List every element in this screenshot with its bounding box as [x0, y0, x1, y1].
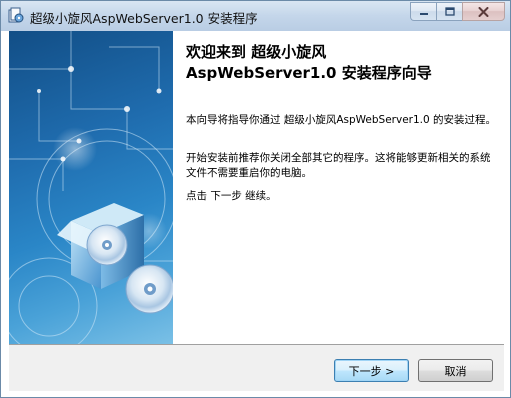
- minimize-icon: [419, 12, 428, 15]
- window-title: 超级小旋风AspWebServer1.0 安装程序: [30, 11, 258, 26]
- software-box-cd-icon: [9, 31, 173, 344]
- continue-paragraph: 点击 下一步 继续。: [186, 190, 277, 202]
- cancel-button[interactable]: 取消: [418, 359, 493, 382]
- wizard-content: 欢迎来到 超级小旋风 AspWebServer1.0 安装程序向导 本向导将指导…: [173, 31, 504, 344]
- caption-buttons: [410, 2, 505, 21]
- next-button[interactable]: 下一步 >: [334, 359, 409, 382]
- title-bar[interactable]: 超级小旋风AspWebServer1.0 安装程序: [1, 1, 510, 31]
- installer-app-icon[interactable]: [8, 7, 24, 24]
- minimize-button[interactable]: [410, 2, 436, 21]
- installer-window: 超级小旋风AspWebServer1.0 安装程序 欢迎来到 超级小旋风 Asp…: [0, 0, 511, 398]
- close-button[interactable]: [462, 2, 505, 21]
- close-icon: [478, 6, 489, 17]
- maximize-button[interactable]: [436, 2, 462, 21]
- welcome-heading: 欢迎来到 超级小旋风 AspWebServer1.0 安装程序向导: [186, 42, 496, 84]
- intro-paragraph: 本向导将指导你通过 超级小旋风AspWebServer1.0 的安装过程。: [186, 114, 497, 126]
- maximize-icon: [444, 7, 455, 16]
- heading-line-1: 欢迎来到 超级小旋风: [186, 43, 327, 61]
- wizard-banner-image: [9, 31, 173, 344]
- button-bar: 下一步 > 取消: [9, 344, 504, 391]
- heading-line-2: AspWebServer1.0 安装程序向导: [186, 64, 432, 82]
- recommendation-paragraph: 开始安装前推荐你关闭全部其它的程序。这将能够更新相关的系统文件不需要重启你的电脑…: [186, 152, 491, 179]
